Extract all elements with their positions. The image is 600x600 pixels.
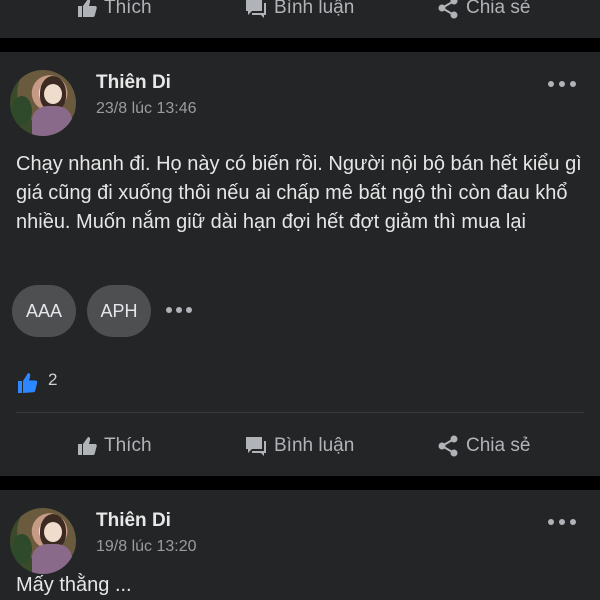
share-icon xyxy=(438,0,458,19)
tag-chip-aaa[interactable]: AAA xyxy=(12,285,76,337)
share-label: Chia sẻ xyxy=(466,0,531,18)
like-label: Thích xyxy=(104,0,152,18)
tag-chip-aph[interactable]: APH xyxy=(87,285,151,337)
previous-post-action-bar: Thích Bình luận Chia sẻ xyxy=(0,0,600,28)
like-button[interactable]: Thích xyxy=(76,426,152,466)
comment-label: Bình luận xyxy=(274,435,355,456)
post-action-bar: Thích Bình luận Chia sẻ xyxy=(0,426,600,466)
more-options-icon[interactable] xyxy=(548,517,578,527)
thumbs-up-icon xyxy=(78,437,97,455)
like-button[interactable]: Thích xyxy=(76,0,152,28)
more-options-icon[interactable] xyxy=(548,79,578,89)
reaction-count[interactable]: 2 xyxy=(48,370,57,390)
previous-post-card: Thích Bình luận Chia sẻ xyxy=(0,0,600,38)
like-label: Thích xyxy=(104,435,152,456)
post-author[interactable]: Thiên Di xyxy=(96,510,171,532)
post-text: Chạy nhanh đi. Họ này có biến rồi. Người… xyxy=(16,153,582,233)
comment-icon xyxy=(246,437,266,456)
post-timestamp[interactable]: 23/8 lúc 13:46 xyxy=(96,100,197,118)
thumbs-up-icon xyxy=(78,0,97,17)
comment-label: Bình luận xyxy=(274,0,355,18)
divider xyxy=(16,412,584,413)
share-icon xyxy=(438,435,458,457)
more-tags-icon[interactable] xyxy=(166,305,194,315)
comment-button[interactable]: Bình luận xyxy=(244,0,354,28)
post-author[interactable]: Thiên Di xyxy=(96,72,171,94)
avatar[interactable] xyxy=(10,508,76,574)
post-text-partial: Mấy thằng ... xyxy=(16,574,132,596)
comment-button[interactable]: Bình luận xyxy=(244,426,354,466)
share-label: Chia sẻ xyxy=(466,435,531,456)
like-reaction-icon[interactable] xyxy=(16,371,40,395)
share-button[interactable]: Chia sẻ xyxy=(436,0,530,28)
comment-icon xyxy=(246,0,266,18)
post-timestamp[interactable]: 19/8 lúc 13:20 xyxy=(96,538,197,556)
avatar[interactable] xyxy=(10,70,76,136)
share-button[interactable]: Chia sẻ xyxy=(436,426,530,466)
